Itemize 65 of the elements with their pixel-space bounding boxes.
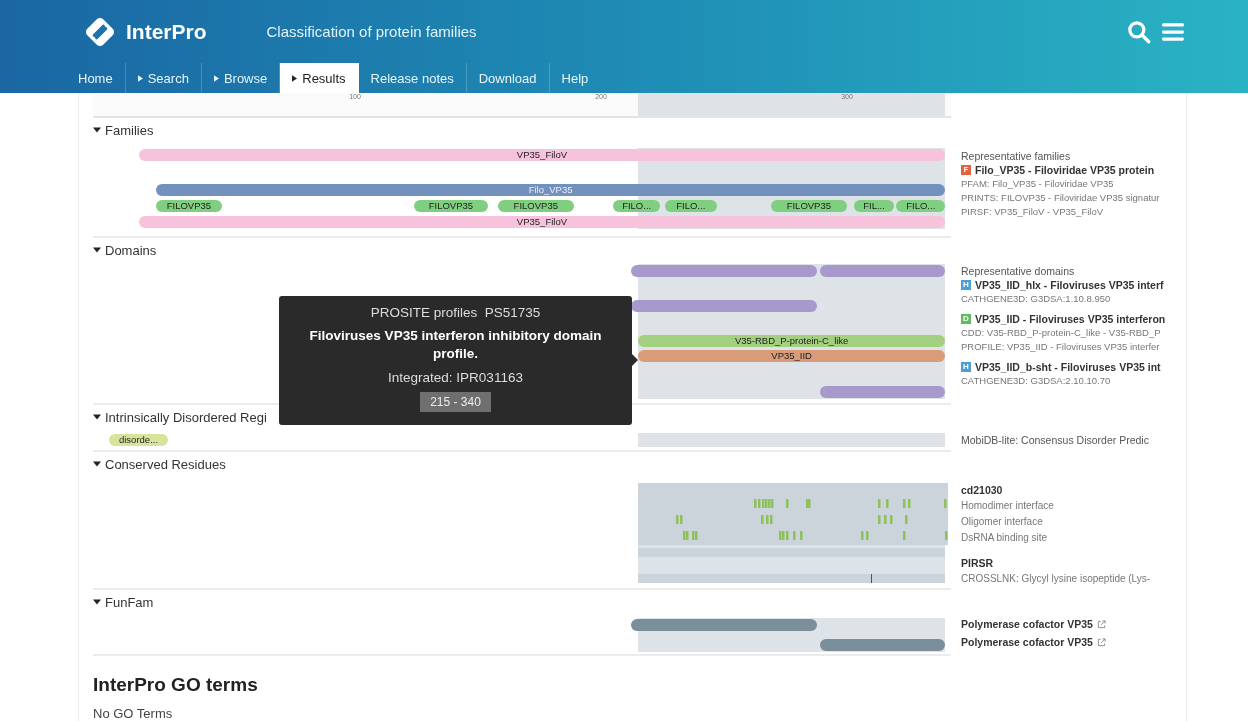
feature-bar[interactable]: VP35_IID (637, 350, 946, 362)
section-toggle[interactable]: FunFam (93, 594, 154, 610)
entry-link[interactable]: VP35_IID_hlx - Filoviruses VP35 interf (975, 278, 1164, 292)
external-link[interactable]: Polymerase cofactor VP35 (961, 615, 1093, 633)
external-link-icon (1096, 637, 1106, 647)
external-link[interactable]: Polymerase cofactor VP35 (961, 633, 1093, 651)
nav-tab[interactable]: Results (280, 63, 359, 93)
feature-bar[interactable]: FILOVP35 (497, 200, 574, 212)
section-toggle[interactable]: Domains (93, 242, 157, 258)
member-signature: CATHGENE3D: G3DSA:1.10.8.950 (961, 292, 1112, 306)
feature-bar[interactable]: FILO... (664, 200, 717, 212)
caret-icon (213, 74, 219, 82)
section-heading: InterPro GO terms (93, 674, 259, 696)
entry-link[interactable]: Filo_VP35 - Filoviridae VP35 protein (975, 163, 1155, 177)
nav-tab[interactable]: Help (549, 63, 601, 93)
member-signature: CATHGENE3D: G3DSA:2.10.10.70 (961, 374, 1112, 388)
tooltip-title: Filoviruses VP35 interferon inhibitory domain profile. (308, 327, 603, 363)
site-logo-text[interactable]: InterPro (126, 19, 207, 44)
site-tagline: Classification of protein families (266, 23, 477, 40)
member-signature: PFAM: Filo_VP35 - Filoviridae VP35 (961, 177, 1115, 191)
feature-segment[interactable] (630, 265, 818, 277)
feature-bar[interactable]: FILOVP35 (770, 200, 847, 212)
empty-message: No GO Terms (93, 706, 174, 721)
legend-heading: Representative families (961, 149, 1072, 163)
feature-bar[interactable]: FILO... (896, 200, 946, 212)
caret-icon (137, 74, 143, 82)
feature-bar[interactable]: FILOVP35 (155, 200, 223, 212)
feature-bar[interactable]: FILOVP35 (414, 200, 488, 212)
legend-title: PIRSR (961, 556, 995, 571)
feature-segment[interactable] (630, 619, 818, 631)
section-toggle[interactable]: Families (93, 122, 154, 138)
feature-bar[interactable]: FILO... (613, 200, 661, 212)
member-signature: PRINTS: FILOVP35 - Filoviridae VP35 signatur (961, 191, 1161, 205)
legend-title: cd21030 (961, 483, 1004, 498)
type-badge: H (961, 362, 971, 372)
feature-bar[interactable]: V35-RBD_P-protein-C_like (637, 335, 946, 347)
legend-text: DsRNA binding site (961, 531, 1049, 545)
member-signature: PROFILE: VP35_IID - Filoviruses VP35 interfer (961, 340, 1161, 354)
legend-heading: Representative domains (961, 264, 1076, 278)
feature-bar[interactable]: FIL... (854, 200, 894, 212)
entry-link[interactable]: VP35_IID - Filoviruses VP35 interferon (975, 312, 1166, 326)
feature-segment[interactable] (819, 265, 946, 277)
type-badge: F (961, 165, 971, 175)
type-badge: H (961, 280, 971, 290)
tooltip-integrated: Integrated: IPR031163 (388, 370, 523, 385)
type-badge: D (961, 314, 971, 324)
section-toggle[interactable]: Conserved Residues (93, 456, 226, 472)
legend-text: Oligomer interface (961, 515, 1044, 529)
entry-link[interactable]: VP35_IID_b-sht - Filoviruses VP35 int (975, 360, 1161, 374)
member-signature: PIRSF: VP35_FiloV - VP35_FiloV (961, 205, 1105, 219)
search-icon[interactable] (1126, 18, 1152, 45)
range-label: 215 - 340 (420, 392, 491, 412)
feature-segment[interactable] (819, 386, 946, 398)
legend-text: CROSSLNK: Glycyl lysine isopeptide (Lys- (961, 572, 1152, 586)
legend-heading: MobiDB-lite: Consensus Disorder Predic (961, 433, 1150, 447)
section-toggle[interactable]: Intrinsically Disordered Regi (93, 409, 267, 425)
member-signature: CDD: V35-RBD_P-protein-C_like - V35-RBD_P (961, 326, 1162, 340)
feature-bar[interactable]: VP35_FiloV (138, 149, 946, 161)
external-link-icon (1096, 619, 1106, 629)
caret-icon (292, 74, 298, 82)
tooltip-source: PROSITE profiles PS51735 (370, 305, 541, 320)
feature-segment[interactable] (819, 639, 946, 651)
legend-text: Homodimer interface (961, 499, 1055, 513)
feature-bar[interactable]: VP35_FiloV (138, 216, 946, 228)
feature-bar[interactable]: disorde... (109, 434, 169, 446)
